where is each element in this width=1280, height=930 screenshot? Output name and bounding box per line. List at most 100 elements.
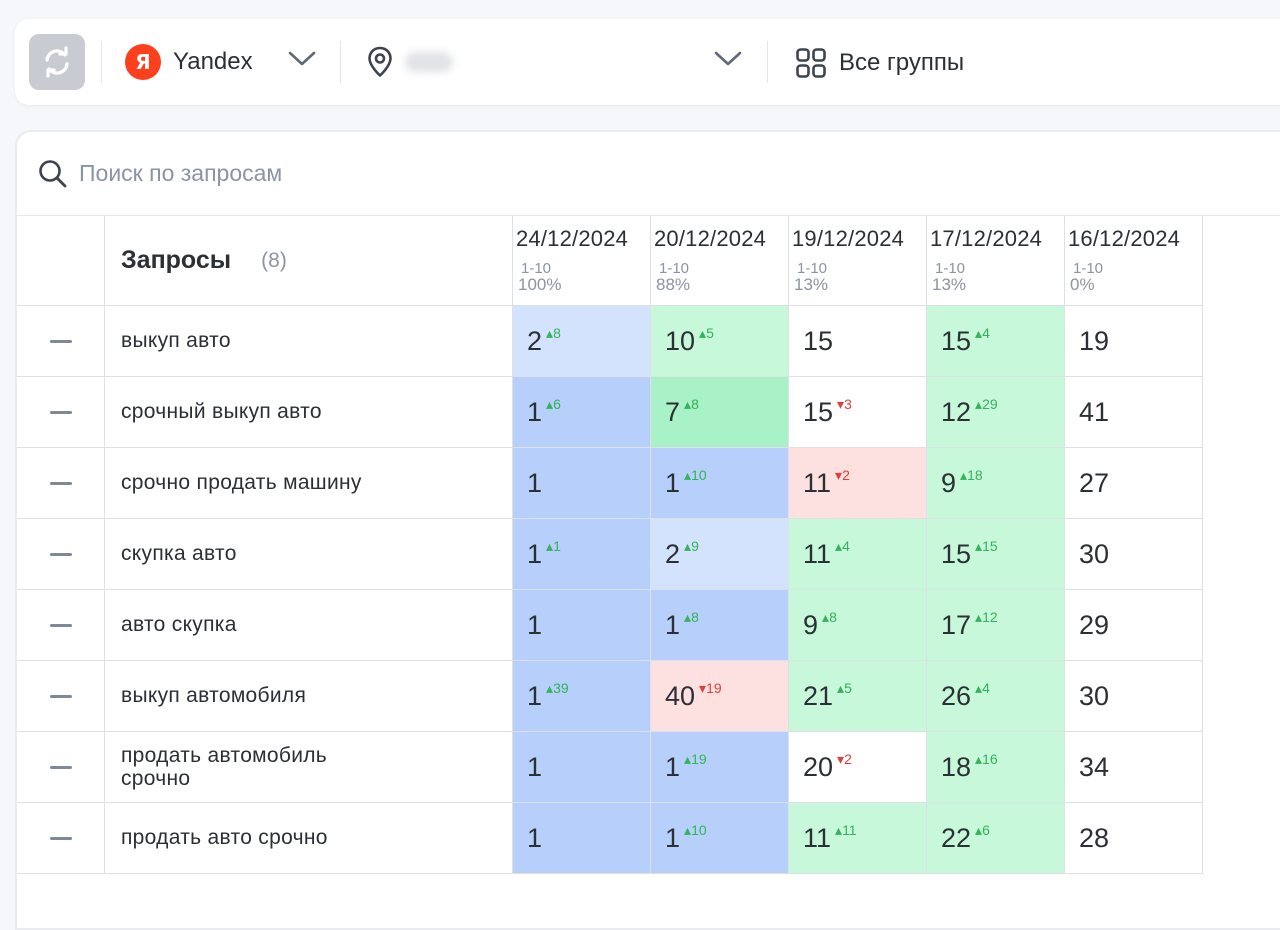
position-cell[interactable]: 1	[513, 590, 651, 661]
position-cell[interactable]: 30	[1065, 661, 1203, 732]
position-cell[interactable]: 11 ▴4	[789, 519, 927, 590]
query-label: выкуп автомобиля	[121, 684, 307, 708]
position-cell[interactable]: 1 ▴1	[513, 519, 651, 590]
date-column-header[interactable]: 17/12/2024 1-10 13%	[927, 216, 1065, 306]
position-cell[interactable]: 41	[1065, 377, 1203, 448]
delta-value: 29	[982, 395, 998, 412]
position-cell[interactable]: 12 ▴29	[927, 377, 1065, 448]
refresh-button[interactable]	[29, 34, 85, 90]
position-cell[interactable]: 15 ▴15	[927, 519, 1065, 590]
position-cell[interactable]: 1 ▴10	[651, 448, 789, 519]
position-cell[interactable]: 7 ▴8	[651, 377, 789, 448]
position-cell[interactable]: 10 ▴5	[651, 306, 789, 377]
position-delta: ▴11	[835, 822, 857, 839]
position-cell[interactable]: 1 ▴8	[651, 590, 789, 661]
position-cell[interactable]: 1	[513, 732, 651, 803]
position-value: 1	[527, 680, 543, 711]
position-cell[interactable]: 2 ▴9	[651, 519, 789, 590]
position-delta: ▴15	[975, 538, 998, 555]
position-cell[interactable]: 1	[513, 448, 651, 519]
position-cell[interactable]: 1 ▴6	[513, 377, 651, 448]
position-cell[interactable]: 17 ▴12	[927, 590, 1065, 661]
search-input[interactable]	[79, 160, 679, 187]
minus-icon	[49, 694, 72, 698]
position-value: 9	[803, 609, 819, 640]
region-select[interactable]	[367, 43, 747, 81]
position-cell[interactable]: 26 ▴4	[927, 661, 1065, 732]
minus-icon	[49, 339, 72, 343]
position-cell[interactable]: 40 ▾19	[651, 661, 789, 732]
position-cell[interactable]: 15 ▾3	[789, 377, 927, 448]
divider	[767, 41, 768, 83]
position-value: 17	[941, 609, 972, 640]
position-delta: ▴9	[684, 538, 699, 555]
chevron-down-icon[interactable]	[713, 49, 743, 69]
delta-value: 3	[844, 395, 852, 412]
position-cell[interactable]: 21 ▴5	[789, 661, 927, 732]
position-delta: ▾19	[699, 680, 722, 697]
row-toggle-button[interactable]	[17, 377, 105, 448]
date-column-header[interactable]: 16/12/2024 1-10 0%	[1065, 216, 1203, 306]
position-cell[interactable]: 1 ▴19	[651, 732, 789, 803]
date-label: 16/12/2024	[1068, 226, 1181, 251]
position-cell[interactable]: 11 ▴11	[789, 803, 927, 874]
triangle-up-icon: ▴	[546, 679, 554, 696]
row-toggle-button[interactable]	[17, 661, 105, 732]
delta-value: 19	[706, 679, 722, 696]
position-value: 40	[665, 680, 696, 711]
query-text: продать авто срочно	[105, 803, 513, 874]
date-column-header[interactable]: 24/12/2024 1-10 100%	[513, 216, 651, 306]
position-delta: ▾2	[837, 751, 852, 768]
position-cell[interactable]: 9 ▴18	[927, 448, 1065, 519]
date-column-header[interactable]: 20/12/2024 1-10 88%	[651, 216, 789, 306]
position-cell[interactable]: 1	[513, 803, 651, 874]
groups-select[interactable]: Все группы	[795, 45, 964, 81]
row-toggle-button[interactable]	[17, 732, 105, 803]
triangle-up-icon: ▴	[684, 608, 692, 625]
row-toggle-button[interactable]	[17, 448, 105, 519]
position-value: 2	[665, 538, 681, 569]
position-delta: ▴10	[684, 822, 707, 839]
position-cell[interactable]: 2 ▴8	[513, 306, 651, 377]
search-engine-select[interactable]: Я Yandex	[125, 44, 253, 80]
position-cell[interactable]: 11 ▾2	[789, 448, 927, 519]
position-cell[interactable]: 29	[1065, 590, 1203, 661]
row-toggle-button[interactable]	[17, 519, 105, 590]
header-queries: Запросы (8)	[105, 216, 513, 306]
row-toggle-button[interactable]	[17, 306, 105, 377]
position-delta: ▴10	[684, 467, 707, 484]
position-cell[interactable]: 1 ▴39	[513, 661, 651, 732]
position-cell[interactable]: 34	[1065, 732, 1203, 803]
triangle-up-icon: ▴	[546, 395, 554, 412]
position-cell[interactable]: 9 ▴8	[789, 590, 927, 661]
position-cell[interactable]: 19	[1065, 306, 1203, 377]
position-cell[interactable]: 1 ▴10	[651, 803, 789, 874]
position-delta: ▴6	[975, 822, 990, 839]
position-delta: ▴1	[546, 538, 561, 555]
search-icon	[39, 159, 67, 187]
position-value: 41	[1079, 396, 1110, 427]
chevron-down-icon[interactable]	[287, 49, 317, 69]
position-delta: ▾2	[835, 467, 850, 484]
query-text: срочно продать машину	[105, 448, 513, 519]
row-toggle-button[interactable]	[17, 590, 105, 661]
date-column-header[interactable]: 19/12/2024 1-10 13%	[789, 216, 927, 306]
position-delta: ▴8	[546, 325, 561, 342]
position-cell[interactable]: 15	[789, 306, 927, 377]
position-cell[interactable]: 15 ▴4	[927, 306, 1065, 377]
position-cell[interactable]: 28	[1065, 803, 1203, 874]
position-cell[interactable]: 30	[1065, 519, 1203, 590]
delta-value: 39	[553, 679, 569, 696]
row-toggle-button[interactable]	[17, 803, 105, 874]
triangle-up-icon: ▴	[684, 466, 692, 483]
position-cell[interactable]: 18 ▴16	[927, 732, 1065, 803]
date-top-percent: 88%	[656, 275, 691, 294]
position-cell[interactable]: 22 ▴6	[927, 803, 1065, 874]
delta-value: 4	[982, 679, 990, 696]
position-cell[interactable]: 27	[1065, 448, 1203, 519]
position-value: 1	[665, 609, 681, 640]
triangle-up-icon: ▴	[835, 821, 843, 838]
delta-value: 19	[691, 750, 707, 767]
position-cell[interactable]: 20 ▾2	[789, 732, 927, 803]
position-delta: ▴29	[975, 396, 998, 413]
